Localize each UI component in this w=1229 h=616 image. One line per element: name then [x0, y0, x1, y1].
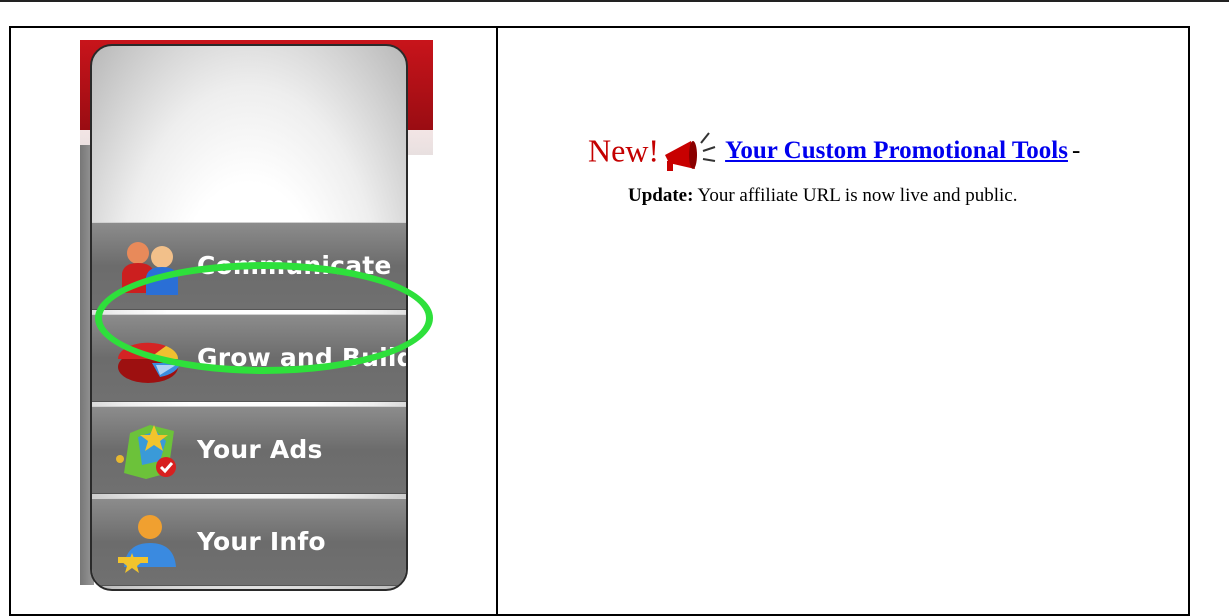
user-icon — [118, 515, 176, 573]
highlight-ellipse — [95, 262, 433, 374]
update-line: Update: Your affiliate URL is now live a… — [628, 185, 1017, 207]
announcement-headline: New! Your Custom Promotional Tools - — [588, 125, 1080, 177]
custom-promotional-tools-link[interactable]: Your Custom Promotional Tools — [725, 137, 1068, 164]
new-badge: New! — [588, 132, 660, 169]
column-divider — [496, 26, 498, 616]
menu-item-label: Your Info — [197, 527, 326, 556]
megaphone-icon — [665, 132, 716, 171]
map-pin-icon — [116, 425, 176, 479]
menu-item-your-ads[interactable]: Your Ads — [92, 406, 406, 494]
top-rule — [0, 0, 1229, 2]
update-text: Your affiliate URL is now live and publi… — [693, 185, 1018, 206]
menu-item-label: Your Ads — [197, 435, 323, 464]
update-label: Update: — [628, 185, 694, 206]
headline-suffix: - — [1071, 137, 1081, 164]
menu-item-your-info[interactable]: Your Info — [92, 498, 406, 586]
